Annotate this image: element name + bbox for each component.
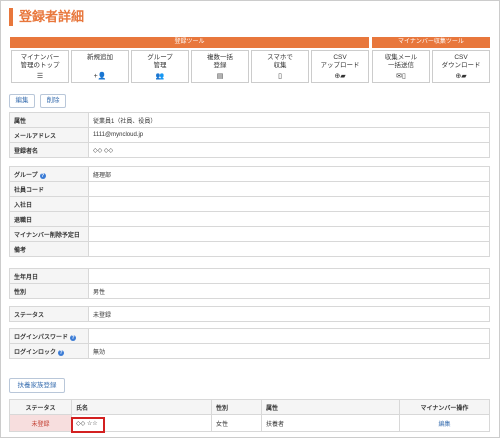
table-row: 性別 男性 [9, 283, 490, 299]
table-row: メールアドレス 1111@myncloud.jp [9, 127, 490, 143]
add-user-icon: +👤 [93, 73, 107, 80]
upload-folder-icon: ⊕▰ [334, 73, 346, 80]
col-header-name: 氏名 [71, 399, 212, 415]
group-manage-button[interactable]: グループ 管理 👥 [131, 50, 189, 83]
row-value [88, 181, 490, 197]
bulk-mail-button[interactable]: 収集メール 一括送信 ✉▯ [372, 50, 430, 83]
table-row: 社員コード [9, 181, 490, 197]
table-header-row: ステータス 氏名 性別 属性 マイナンバー操作 [9, 399, 490, 415]
row-value [88, 211, 490, 227]
row-value: 男性 [88, 283, 490, 299]
row-label: ログインロック? [9, 343, 89, 359]
tool-label: CSV ダウンロード [441, 54, 481, 69]
mynumber-op-cell: 編集 [399, 414, 490, 432]
table-row: 属性 従業員1（社員、役員） [9, 112, 490, 128]
row-label: ログインパスワード? [9, 328, 89, 344]
edit-button[interactable]: 編集 [9, 94, 35, 108]
registrant-tools-header: 登録ツール [10, 37, 369, 48]
table-row: ログインパスワード? [9, 328, 490, 344]
table-row: 登録者名 ◇◇ ◇◇ [9, 142, 490, 158]
tool-label: CSV アップロード [320, 54, 360, 69]
login-table: ログインパスワード? ログインロック? 無効 [9, 328, 490, 359]
mynumber-tools-header: マイナンバー収集ツール [372, 37, 490, 48]
row-label: ステータス [9, 306, 89, 322]
dependent-attribute: 扶養者 [261, 414, 400, 432]
row-value [88, 241, 490, 257]
csv-upload-button[interactable]: CSV アップロード ⊕▰ [311, 50, 369, 83]
row-label-text: ログインパスワード [14, 334, 69, 341]
row-value [88, 196, 490, 212]
download-folder-icon: ⊕▰ [455, 73, 467, 80]
col-header-status: ステータス [9, 399, 72, 415]
table-row: 退職日 [9, 211, 490, 227]
status-table: ステータス 未登録 [9, 306, 490, 322]
list-icon: ☰ [36, 73, 44, 80]
table-row: ステータス 未登録 [9, 306, 490, 322]
row-label: 社員コード [9, 181, 89, 197]
add-dependent-button[interactable]: 扶養家族登録 [9, 378, 65, 393]
help-icon[interactable]: ? [70, 334, 77, 341]
smartphone-icon: ▯ [278, 73, 282, 80]
table-row: 入社日 [9, 196, 490, 212]
personal-info-table: 生年月日 性別 男性 [9, 268, 490, 299]
row-value [88, 226, 490, 242]
table-row: ログインロック? 無効 [9, 343, 490, 359]
add-new-button[interactable]: 新規追加 +👤 [71, 50, 129, 83]
basic-info-table: 属性 従業員1（社員、役員） メールアドレス 1111@myncloud.jp 登録… [9, 112, 490, 158]
document-icon: ▤ [216, 73, 224, 80]
row-value [88, 268, 490, 284]
row-label: 性別 [9, 283, 89, 299]
tool-label: グループ 管理 [147, 54, 173, 69]
row-label: 生年月日 [9, 268, 89, 284]
row-value: 従業員1（社員、役員） [88, 112, 490, 128]
row-label: 入社日 [9, 196, 89, 212]
row-label: 備考 [9, 241, 89, 257]
table-row: 備考 [9, 241, 490, 257]
row-label: 登録者名 [9, 142, 89, 158]
tool-label: マイナンバー 管理のトップ [20, 54, 60, 69]
dependent-gender: 女性 [211, 414, 262, 432]
page-title: 登録者詳細 [9, 8, 84, 26]
csv-download-button[interactable]: CSV ダウンロード ⊕▰ [432, 50, 490, 83]
row-label: メールアドレス [9, 127, 89, 143]
help-icon[interactable]: ? [39, 172, 46, 179]
row-label-text: グループ [14, 172, 38, 179]
mynumber-top-button[interactable]: マイナンバー 管理のトップ ☰ [11, 50, 69, 83]
tool-label: 収集メール 一括送信 [384, 54, 418, 69]
col-header-mynumber-op: マイナンバー操作 [399, 399, 490, 415]
tool-label: 複数一括 登録 [207, 54, 233, 69]
row-value [88, 328, 490, 344]
row-value: 無効 [88, 343, 490, 359]
help-icon[interactable]: ? [58, 349, 65, 356]
delete-button[interactable]: 削除 [40, 94, 66, 108]
col-header-gender: 性別 [211, 399, 262, 415]
bulk-register-button[interactable]: 複数一括 登録 ▤ [191, 50, 249, 83]
row-label: 退職日 [9, 211, 89, 227]
status-value: 未登録 [88, 306, 490, 322]
table-row: グループ? 経理部 [9, 166, 490, 182]
row-value: ◇◇ ◇◇ [88, 142, 490, 158]
col-header-attribute: 属性 [261, 399, 400, 415]
users-icon: 👥 [155, 73, 165, 80]
tool-label: スマホで 収集 [267, 54, 293, 69]
smartphone-collect-button[interactable]: スマホで 収集 ▯ [251, 50, 309, 83]
row-label: マイナンバー削除予定日 [9, 226, 89, 242]
row-label: 属性 [9, 112, 89, 128]
highlight-box [71, 417, 105, 433]
table-row: 生年月日 [9, 268, 490, 284]
edit-link[interactable]: 編集 [438, 422, 450, 428]
row-label: グループ? [9, 166, 89, 182]
row-value: 1111@myncloud.jp [88, 127, 490, 143]
table-row: マイナンバー削除予定日 [9, 226, 490, 242]
tool-label: 新規追加 [87, 54, 113, 61]
mail-phone-icon: ✉▯ [396, 73, 406, 80]
row-value: 経理部 [88, 166, 490, 182]
status-badge: 未登録 [9, 414, 72, 432]
org-info-table: グループ? 経理部 社員コード 入社日 退職日 マイナンバー削除予定日 備考 [9, 166, 490, 257]
row-label-text: ログインロック [14, 349, 57, 356]
